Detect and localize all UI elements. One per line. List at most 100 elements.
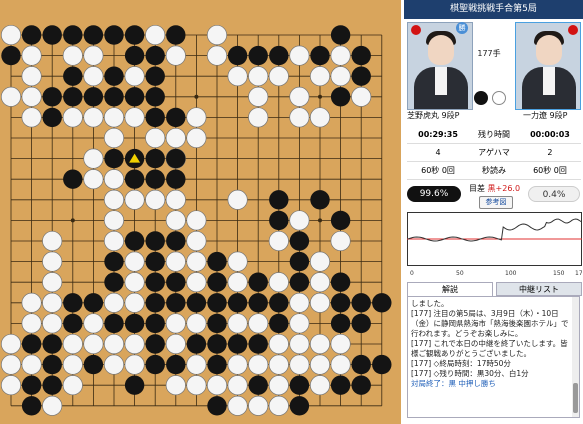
black-stone	[124, 313, 145, 334]
white-stone	[227, 395, 248, 416]
black-stone	[330, 210, 351, 231]
black-stone	[83, 354, 104, 375]
white-stone	[289, 45, 310, 66]
game-title: 棋聖戦挑戦手合第5局	[404, 0, 583, 19]
white-stone	[124, 189, 145, 210]
white-stone	[268, 375, 289, 396]
comment-line: [177] 注目の第5局は、3月9日（木）・10日（金）に静岡県熱海市「熱海後楽…	[411, 309, 569, 338]
black-stone	[145, 251, 165, 272]
black-stone	[289, 251, 310, 272]
black-stone	[248, 375, 268, 395]
white-stone	[103, 333, 125, 355]
white-stone	[124, 251, 145, 272]
white-stone	[227, 313, 248, 334]
star-point	[194, 94, 199, 99]
white-stone	[268, 66, 289, 87]
white-stone	[186, 272, 207, 293]
black-stone	[145, 313, 165, 334]
white-stone	[103, 189, 125, 210]
info-panel: 棋聖戦挑戦手合第5局 勝 177手 芝野虎丸 9段P 一力遼 9段P 00:29…	[404, 0, 583, 424]
graph-tick-label: 177	[575, 270, 582, 276]
graph-tick-label: 50	[456, 270, 464, 276]
comment-line: [177] これで本日の中継を終了いたします。皆様ご観戦ありがとうございました。	[411, 339, 568, 358]
white-stone	[21, 45, 42, 66]
black-winrate: 99.6%	[407, 186, 461, 202]
white-stone	[186, 107, 207, 128]
black-stone	[166, 293, 186, 313]
white-stone	[42, 313, 63, 334]
scroll-thumb[interactable]	[573, 383, 578, 413]
white-stone	[309, 107, 331, 128]
white-stone	[0, 333, 22, 355]
white-stone	[351, 86, 372, 107]
black-stone	[63, 66, 83, 86]
black-stone	[330, 293, 351, 313]
white-stone	[330, 66, 351, 87]
white-stone	[103, 230, 125, 252]
white-stone	[21, 292, 42, 313]
stats-row-byoyomi: 60秒 0回 秒読み 60秒 0回	[407, 161, 581, 180]
white-captures: 2	[518, 143, 581, 162]
white-stone	[330, 333, 351, 355]
black-stone	[166, 354, 186, 375]
black-stone	[145, 45, 165, 66]
white-stone	[268, 272, 289, 293]
white-stone	[42, 272, 63, 293]
black-stone	[227, 293, 248, 313]
black-stone	[207, 251, 227, 272]
label-captures: アゲハマ	[469, 143, 519, 162]
black-stone	[104, 251, 124, 272]
tab-broadcast-list[interactable]: 中継リスト	[496, 282, 582, 296]
black-stone	[42, 375, 62, 395]
commentary-box[interactable]: しました。 [177] 注目の第5局は、3月9日（木）・10日（金）に静岡県熱海…	[407, 296, 580, 418]
white-player-name: 一力遼 9段P	[523, 111, 568, 120]
white-stone	[21, 66, 42, 87]
white-stone	[227, 375, 248, 396]
black-stone	[372, 293, 392, 313]
white-stone	[248, 395, 269, 416]
white-stone	[309, 333, 331, 355]
stats-table: 00:29:35 残り時間 00:00:03 4 アゲハマ 2 60秒 0回 秒…	[407, 126, 581, 180]
black-stone	[1, 45, 21, 66]
white-stone	[42, 395, 63, 416]
black-stone	[104, 66, 124, 86]
black-stone	[104, 313, 124, 334]
winrate-graph: 0 50 100 150 177	[407, 212, 582, 276]
white-stone	[165, 375, 186, 396]
black-stone	[269, 313, 289, 334]
black-stone	[83, 293, 104, 313]
black-byoyomi: 60秒 0回	[407, 161, 470, 180]
white-stone	[83, 148, 104, 169]
black-captures: 4	[407, 143, 470, 162]
graph-tick-label: 150	[553, 270, 565, 276]
star-point	[318, 218, 322, 223]
black-stone	[248, 45, 268, 66]
white-stone	[62, 333, 83, 355]
tab-commentary[interactable]: 解説	[407, 282, 493, 296]
black-stone	[166, 272, 186, 292]
black-stone	[166, 25, 186, 45]
comment-line: しました。	[411, 299, 449, 308]
comment-scrollbar[interactable]	[572, 297, 579, 417]
white-stone	[268, 354, 289, 375]
black-stone	[186, 293, 207, 313]
black-stone	[63, 87, 83, 107]
black-stone	[145, 354, 165, 375]
white-stone	[0, 86, 22, 107]
white-stone	[289, 354, 310, 375]
white-stone	[248, 354, 269, 375]
reference-diagram-button[interactable]: 参考図	[479, 196, 513, 209]
white-stone	[0, 354, 22, 375]
black-stone	[124, 231, 145, 251]
white-stone	[103, 354, 125, 375]
black-stone	[124, 169, 145, 189]
black-stone	[83, 25, 104, 45]
white-stone	[145, 127, 166, 149]
white-stone	[42, 292, 63, 313]
white-stone	[289, 86, 310, 107]
white-stone	[186, 127, 207, 149]
white-stone	[186, 230, 207, 252]
black-stone	[227, 45, 248, 66]
go-board[interactable]	[0, 0, 401, 424]
white-player-photo	[515, 22, 581, 110]
